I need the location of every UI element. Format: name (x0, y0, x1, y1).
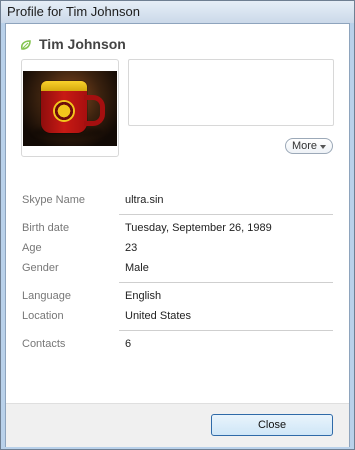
profile-name: Tim Johnson (39, 36, 126, 52)
detail-label: Contacts (22, 338, 66, 350)
mug-graphic (41, 81, 87, 133)
detail-label: Gender (22, 262, 59, 274)
window-titlebar[interactable]: Profile for Tim Johnson (1, 1, 354, 23)
mug-handle-graphic (84, 95, 105, 126)
mood-message-box (128, 59, 334, 126)
detail-row-skype-name: Skype Name ultra.sin (22, 190, 333, 210)
avatar (21, 59, 119, 157)
profile-details: Skype Name ultra.sin Birth date Tuesday,… (22, 190, 333, 354)
detail-value: Male (125, 262, 149, 274)
profile-content: Tim Johnson More Skype Name ultra.sin Bi… (5, 23, 350, 447)
detail-value: 23 (125, 242, 138, 254)
close-button-label: Close (257, 419, 287, 431)
detail-row-gender: Gender Male (22, 258, 333, 278)
detail-value: Tuesday, September 26, 1989 (125, 222, 272, 234)
detail-value: 6 (125, 338, 132, 350)
profile-window: Profile for Tim Johnson Tim Johnson More… (0, 0, 355, 450)
avatar-photo (23, 71, 117, 146)
detail-label: Skype Name (22, 194, 85, 206)
online-leaf-icon (20, 38, 32, 50)
detail-row-age: Age 23 (22, 238, 333, 258)
dialog-footer: Close (6, 403, 349, 447)
chevron-down-icon (320, 144, 327, 149)
mug-logo-graphic (53, 100, 75, 122)
detail-row-location: Location United States (22, 306, 333, 326)
detail-value: English (125, 290, 162, 302)
mug-rim-graphic (41, 81, 87, 91)
window-title: Profile for Tim Johnson (7, 4, 140, 19)
detail-label: Language (22, 290, 71, 302)
more-button-label: More (291, 140, 318, 152)
detail-value: ultra.sin (125, 194, 164, 206)
divider (119, 282, 333, 283)
detail-label: Birth date (22, 222, 70, 234)
divider (119, 214, 333, 215)
detail-row-birth-date: Birth date Tuesday, September 26, 1989 (22, 218, 333, 238)
detail-label: Age (22, 242, 42, 254)
detail-label: Location (22, 310, 64, 322)
profile-header: Tim Johnson (20, 34, 126, 54)
detail-row-contacts: Contacts 6 (22, 334, 333, 354)
detail-row-language: Language English (22, 286, 333, 306)
divider (119, 330, 333, 331)
more-button[interactable]: More (285, 138, 333, 154)
detail-value: United States (125, 310, 192, 322)
close-button[interactable]: Close (211, 414, 333, 436)
